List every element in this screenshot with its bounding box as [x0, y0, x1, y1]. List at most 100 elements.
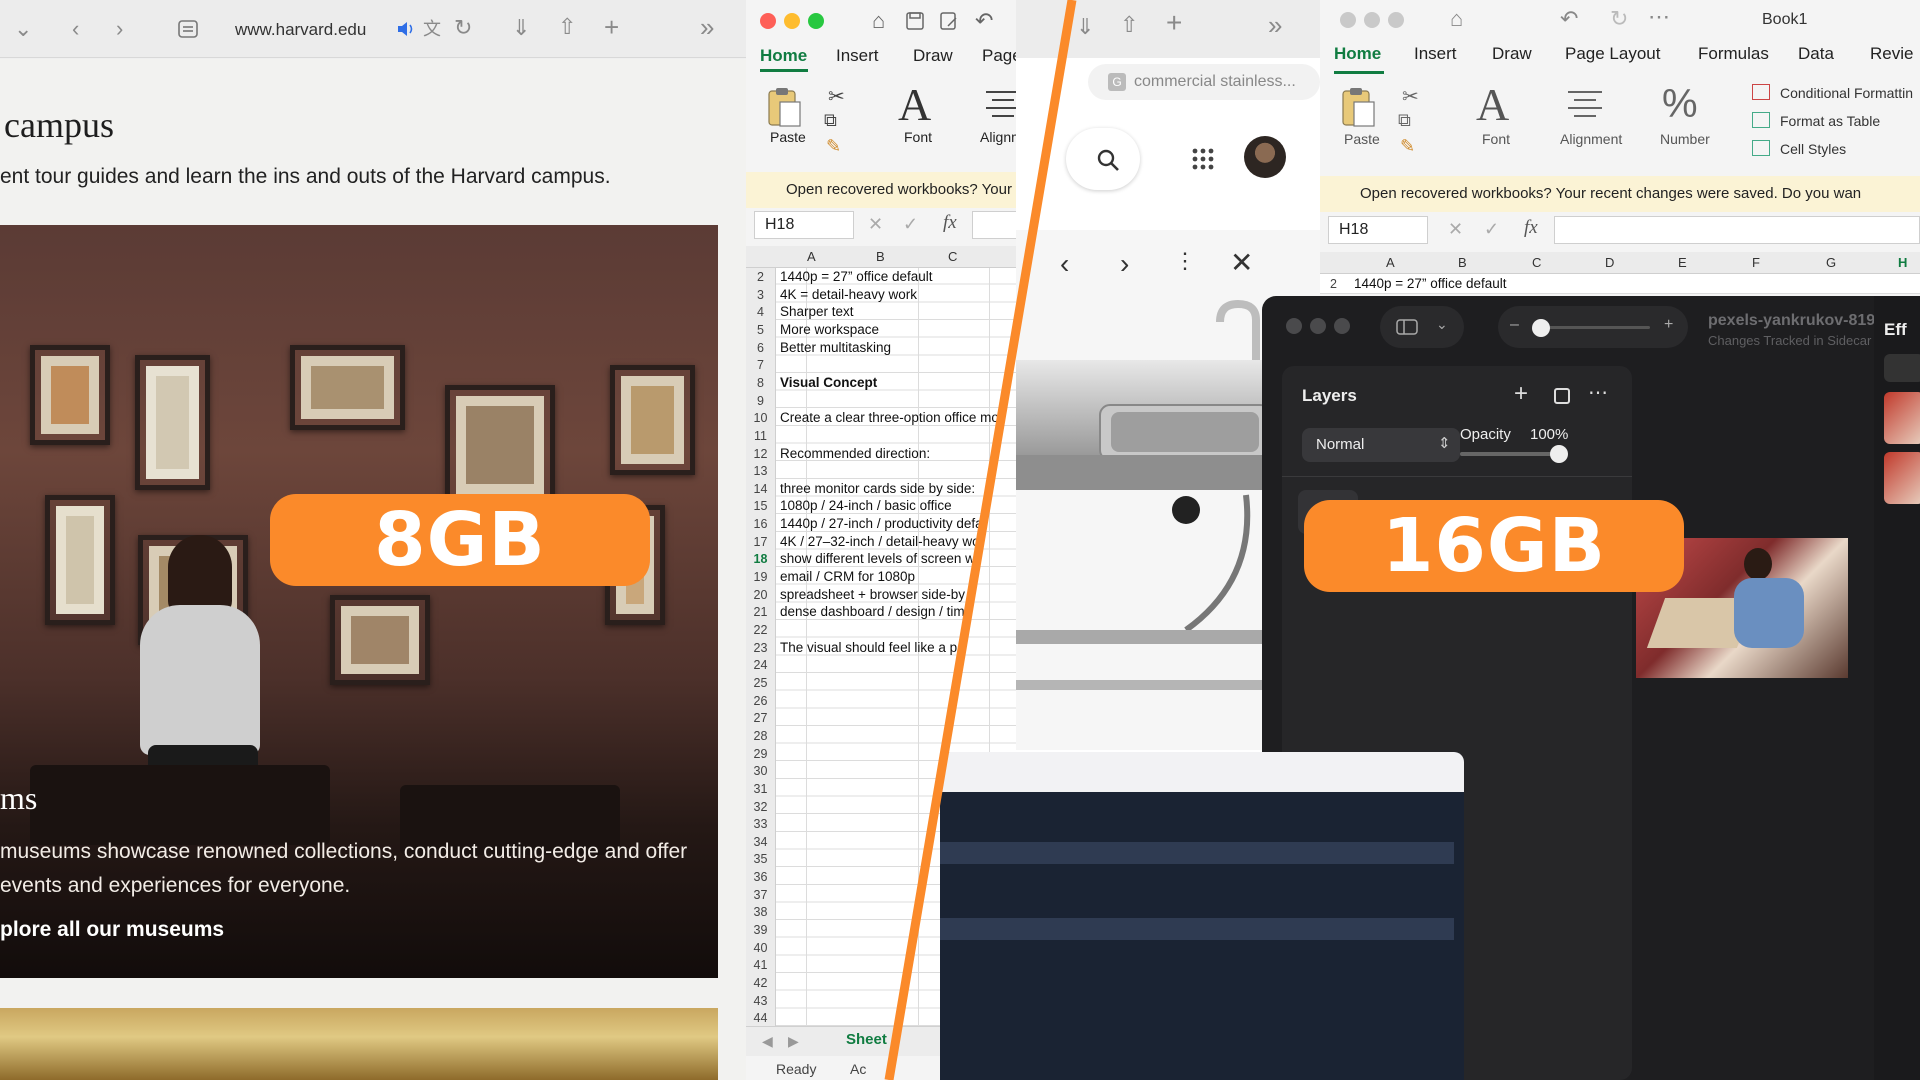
row-number[interactable]: 36: [746, 870, 775, 884]
share-icon[interactable]: ⇧: [1120, 14, 1138, 36]
tab-page-layout[interactable]: Page Layout: [1565, 44, 1660, 64]
row-number[interactable]: 27: [746, 711, 775, 725]
copy-icon[interactable]: ⧉: [824, 110, 837, 131]
confirm-formula-icon[interactable]: ✓: [903, 214, 918, 235]
cell-a3[interactable]: 4K = detail-heavy work: [780, 287, 917, 302]
sidebar-toggle[interactable]: ⌄: [1380, 306, 1464, 348]
forward-icon[interactable]: ›: [116, 18, 123, 40]
row-number[interactable]: 9: [746, 394, 775, 408]
chevron-down-icon[interactable]: ⌄: [14, 18, 32, 40]
tab-insert[interactable]: Insert: [836, 46, 879, 66]
row-number[interactable]: 13: [746, 464, 775, 478]
home-icon[interactable]: ⌂: [872, 10, 885, 32]
minimize-window-icon[interactable]: [1310, 318, 1326, 334]
close-window-icon[interactable]: [1340, 12, 1356, 28]
row-number[interactable]: 19: [746, 570, 775, 584]
tab-insert[interactable]: Insert: [1414, 44, 1457, 64]
row-number[interactable]: 22: [746, 623, 775, 637]
tab-formulas[interactable]: Formulas: [1698, 44, 1769, 64]
zoom-out-icon[interactable]: –: [1510, 316, 1519, 334]
copy-icon[interactable]: ⧉: [1398, 110, 1411, 131]
download-icon[interactable]: ⇓: [1076, 16, 1094, 38]
cancel-formula-icon[interactable]: ✕: [1448, 219, 1463, 240]
row-number[interactable]: 40: [746, 941, 775, 955]
cut-icon[interactable]: ✂: [1402, 84, 1419, 109]
tab-review[interactable]: Revie: [1870, 44, 1913, 64]
row-number[interactable]: 20: [746, 588, 775, 602]
row-number[interactable]: 28: [746, 729, 775, 743]
cell-a18[interactable]: show different levels of screen w: [780, 551, 975, 566]
row-number[interactable]: 43: [746, 994, 775, 1008]
row-number[interactable]: 10: [746, 411, 775, 425]
row-number[interactable]: 11: [746, 429, 775, 443]
format-painter-icon[interactable]: ✎: [826, 136, 841, 157]
cell-a12[interactable]: Recommended direction:: [780, 446, 930, 461]
undo-icon[interactable]: ↶: [975, 10, 993, 32]
close-viewer-icon[interactable]: ✕: [1230, 246, 1253, 279]
opacity-thumb[interactable]: [1550, 445, 1568, 463]
download-icon[interactable]: ⇓: [512, 17, 530, 39]
save-as-icon[interactable]: [940, 12, 958, 30]
cell-a5[interactable]: More workspace: [780, 322, 879, 337]
zoom-window-icon[interactable]: [1334, 318, 1350, 334]
explore-museums-link[interactable]: plore all our museums: [0, 918, 224, 942]
address-bar[interactable]: www.harvard.edu: [235, 20, 366, 40]
home-icon[interactable]: ⌂: [1450, 8, 1463, 30]
mask-icon[interactable]: [1554, 388, 1570, 404]
avatar[interactable]: [1244, 136, 1286, 178]
new-tab-icon[interactable]: +: [1166, 9, 1182, 37]
tab-home[interactable]: Home: [1334, 44, 1381, 64]
row-number[interactable]: 23: [746, 641, 775, 655]
name-box[interactable]: H18: [1328, 216, 1428, 244]
tab-draw[interactable]: Draw: [913, 46, 953, 66]
cell-a20[interactable]: spreadsheet + browser side-by: [780, 587, 965, 602]
next-image-icon[interactable]: ›: [1120, 248, 1129, 280]
tab-overview-icon[interactable]: »: [1268, 12, 1282, 38]
zoom-in-icon[interactable]: +: [1664, 316, 1673, 334]
row-number[interactable]: 42: [746, 976, 775, 990]
save-icon[interactable]: [906, 12, 924, 30]
column-header[interactable]: C: [948, 249, 957, 264]
panel-row[interactable]: [940, 918, 1454, 940]
tab-overview-icon[interactable]: »: [700, 14, 714, 40]
reload-icon[interactable]: ↻: [454, 17, 472, 39]
zoom-window-icon[interactable]: [808, 13, 824, 29]
minimize-window-icon[interactable]: [784, 13, 800, 29]
sheet-tab[interactable]: Sheet: [846, 1031, 887, 1048]
column-header[interactable]: A: [807, 249, 816, 264]
accessibility-status[interactable]: Ac: [850, 1061, 866, 1077]
row-number[interactable]: 41: [746, 958, 775, 972]
cancel-formula-icon[interactable]: ✕: [868, 214, 883, 235]
add-layer-icon[interactable]: +: [1514, 380, 1528, 408]
effect-thumbnail[interactable]: [1884, 392, 1920, 444]
format-as-table-button[interactable]: Format as Table: [1780, 113, 1880, 129]
more-options-icon[interactable]: ⋯: [1588, 380, 1608, 405]
more-icon[interactable]: ⋯: [1648, 6, 1670, 28]
row-number[interactable]: 29: [746, 747, 775, 761]
row-number[interactable]: 17: [746, 535, 775, 549]
row-number[interactable]: 12: [746, 447, 775, 461]
row-number[interactable]: 31: [746, 782, 775, 796]
more-options-icon[interactable]: ⋮: [1174, 248, 1196, 274]
cell-a19[interactable]: email / CRM for 1080p: [780, 569, 915, 584]
row-number[interactable]: 2: [746, 270, 775, 284]
row-number[interactable]: 38: [746, 905, 775, 919]
scroll-sheets-left-icon[interactable]: ◀: [762, 1033, 773, 1050]
share-icon[interactable]: ⇧: [558, 16, 576, 38]
function-icon[interactable]: fx: [1524, 217, 1538, 239]
cell-a2[interactable]: 1440p = 27” office default: [780, 269, 933, 284]
zoom-window-icon[interactable]: [1388, 12, 1404, 28]
tab-home[interactable]: Home: [760, 46, 807, 66]
font-icon[interactable]: A: [898, 78, 931, 131]
column-header[interactable]: B: [876, 249, 885, 264]
minimize-window-icon[interactable]: [1364, 12, 1380, 28]
percent-icon[interactable]: %: [1662, 82, 1698, 127]
page-menu-icon[interactable]: [178, 20, 198, 38]
row-number[interactable]: 26: [746, 694, 775, 708]
row-number[interactable]: 3: [746, 288, 775, 302]
column-header[interactable]: D: [1605, 255, 1614, 270]
column-header[interactable]: C: [1532, 255, 1541, 270]
blend-mode-select[interactable]: Normal ⇕: [1302, 428, 1460, 462]
row-number[interactable]: 7: [746, 358, 775, 372]
paste-icon[interactable]: [766, 86, 804, 128]
